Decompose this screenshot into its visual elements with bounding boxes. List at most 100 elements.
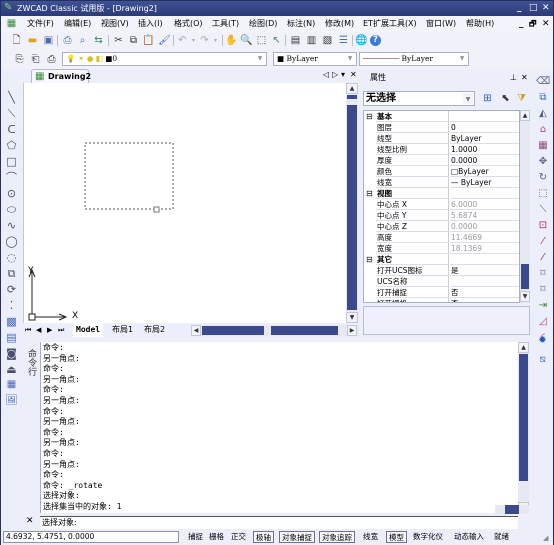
property-value[interactable]: 是 [450, 265, 519, 276]
collapse-icon[interactable]: ⊟ [366, 111, 375, 122]
edit-polyline-icon[interactable]: ⧅ [536, 353, 549, 366]
status-toggle-button[interactable]: 模型 [386, 531, 407, 543]
property-value[interactable]: □ByLayer [450, 166, 519, 177]
scrollbar-thumb[interactable] [347, 105, 357, 310]
status-toggle-button[interactable]: 捕捉 [186, 531, 205, 543]
selection-dropdown[interactable]: 无选择 ▼ [363, 91, 475, 106]
property-row[interactable]: UCS名称 [364, 276, 519, 287]
print-preview-icon[interactable]: ⌕ [76, 34, 89, 47]
property-value[interactable]: — ByLayer [450, 177, 519, 188]
polyline-icon[interactable]: ᑕ [5, 123, 18, 136]
property-grid-scrollbar[interactable]: ▲ ▼ [520, 110, 530, 303]
toggle-pickadd-icon[interactable]: ⊞ [481, 92, 494, 105]
trim-icon[interactable]: ⁄ [536, 235, 550, 248]
layer-dropdown[interactable]: 💡 ☀ ● ◧ ■0 ▼ [62, 52, 267, 66]
scale-icon[interactable]: ⬚ [536, 187, 550, 200]
chamfer-icon[interactable]: ◿ [536, 315, 550, 328]
command-input[interactable]: 选择对象: [40, 516, 518, 529]
paste-icon[interactable]: 📋 [142, 34, 155, 47]
property-value[interactable]: 0.0000 [450, 155, 519, 166]
property-value[interactable]: 否 [450, 287, 519, 298]
status-toggle-button[interactable]: 对象捕捉 [279, 531, 315, 543]
status-toggle-button[interactable]: 栅格 [207, 531, 226, 543]
hscroll-thumb[interactable] [505, 505, 519, 514]
menu-edit[interactable]: 编辑(E) [64, 16, 91, 32]
property-row[interactable]: 线型比例 1.0000 [364, 144, 519, 155]
close-panel-icon[interactable]: ✕ [521, 69, 528, 86]
property-value[interactable]: ByLayer [450, 133, 519, 144]
select-objects-icon[interactable]: ⬉ [499, 92, 512, 105]
offset-icon[interactable]: ⌂ [536, 123, 550, 136]
rotate-icon[interactable]: ↻ [536, 171, 550, 184]
tab-list-icon[interactable]: ▾ [341, 70, 345, 79]
linetype-dropdown[interactable]: ──────── ByLayer ▼ [359, 52, 469, 66]
make-block-icon[interactable]: ⟳ [5, 283, 18, 296]
web-search-icon[interactable]: 🌐 [355, 34, 368, 47]
point-icon[interactable]: ⁚ [5, 299, 18, 312]
property-row[interactable]: 图层 0 [364, 122, 519, 133]
tab-drawing2[interactable]: ▦ Drawing2 [31, 69, 91, 83]
layer-manager-icon[interactable]: ⎘ [13, 53, 26, 66]
menu-et-tools[interactable]: ET扩展工具(X) [363, 16, 417, 32]
scroll-up-button[interactable]: ▲ [520, 110, 530, 121]
tab-layout1[interactable]: 布局1 [109, 323, 136, 337]
region-icon[interactable]: ◙ [5, 347, 18, 360]
menu-modify[interactable]: 修改(M) [325, 16, 354, 32]
drawing-canvas[interactable]: Y X [23, 83, 346, 323]
design-center-icon[interactable]: ▥ [305, 34, 318, 47]
polygon-icon[interactable]: ⬠ [5, 139, 18, 152]
status-toggle-button[interactable]: 动态输入 [452, 531, 486, 543]
property-row[interactable]: 打开UCS图标是 [364, 265, 519, 276]
scroll-up-button[interactable]: ▲ [346, 83, 358, 94]
properties-icon[interactable]: ▤ [289, 34, 302, 47]
property-category[interactable]: ⊟ 基本 [364, 111, 519, 122]
menu-draw[interactable]: 绘图(D) [249, 16, 277, 32]
help-icon[interactable]: ? [370, 35, 381, 46]
image-icon[interactable]: 🖼 [5, 394, 18, 407]
menu-dimension[interactable]: 标注(N) [287, 16, 315, 32]
construction-line-icon[interactable]: ⟍ [5, 107, 18, 120]
zoom-realtime-icon[interactable]: 🔍 [240, 34, 253, 47]
canvas-vertical-scrollbar[interactable]: ▲ ▼ [346, 83, 358, 323]
status-toggle-button[interactable]: 就绪 [492, 531, 511, 543]
cut-icon[interactable]: ✂ [112, 34, 125, 47]
sheet-set-icon[interactable]: ☰ [337, 34, 350, 47]
join-icon[interactable]: ⇥ [536, 299, 550, 312]
property-value[interactable]: 0 [450, 122, 519, 133]
match-properties-icon[interactable]: 🖌 [158, 34, 171, 47]
array-icon[interactable]: ▦ [536, 139, 550, 152]
insert-block-icon[interactable]: ⧉ [5, 267, 18, 280]
command-scrollbar[interactable]: ▲ ▼ [518, 342, 529, 513]
property-row[interactable]: 宽度 18.1369 [364, 243, 519, 254]
collapse-icon[interactable]: ⊟ [366, 188, 375, 199]
prev-tab-button[interactable]: ◀ [36, 323, 41, 337]
menu-insert[interactable]: 插入(I) [138, 16, 163, 32]
zoom-window-icon[interactable]: ⬚ [255, 34, 268, 47]
copy-icon[interactable]: ⧉ [127, 34, 140, 47]
property-row[interactable]: 中心点 Z 0.0000 [364, 221, 519, 232]
tab-layout2[interactable]: 布局2 [141, 323, 168, 337]
property-category[interactable]: ⊟ 视图 [364, 188, 519, 199]
minimize-button[interactable]: _ [517, 1, 522, 16]
scrollbar-thumb[interactable] [521, 264, 529, 289]
property-row[interactable]: 颜色 □ByLayer [364, 166, 519, 177]
hatch-icon[interactable]: ▩ [5, 315, 18, 328]
property-row[interactable]: 线宽 — ByLayer [364, 177, 519, 188]
layer-state-icon[interactable]: ⎙ [45, 53, 58, 66]
hscroll-thumb-right[interactable] [271, 326, 338, 335]
lengthen-icon[interactable]: ⊡ [536, 219, 550, 232]
gradient-icon[interactable]: ▤ [5, 331, 18, 344]
rectangle-icon[interactable]: □ [5, 155, 18, 168]
scroll-up-button[interactable]: ▲ [518, 342, 529, 353]
table-icon[interactable]: ▦ [5, 378, 18, 391]
ellipse-icon[interactable]: ◯ [5, 235, 18, 248]
tool-palette-icon[interactable]: ▧ [321, 34, 334, 47]
line-icon[interactable]: ╲ [5, 91, 18, 104]
property-row[interactable]: 线型 ByLayer [364, 133, 519, 144]
ellipse-arc-icon[interactable]: ◌ [5, 251, 18, 264]
mirror-icon[interactable]: ◭ [536, 107, 550, 120]
canvas-horizontal-scrollbar[interactable]: ◀ ▶ [191, 325, 359, 336]
property-row[interactable]: 厚度 0.0000 [364, 155, 519, 166]
color-dropdown[interactable]: ■ ByLayer ▼ [273, 52, 357, 66]
redo-dropdown-icon[interactable]: ▾ [209, 34, 222, 47]
